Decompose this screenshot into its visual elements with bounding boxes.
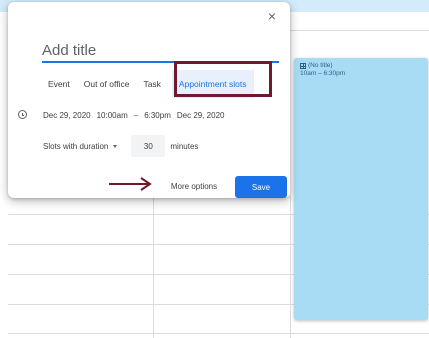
slots-mode-select[interactable]: Slots with duration bbox=[43, 141, 118, 151]
event-title-row: (No title) bbox=[300, 62, 422, 70]
start-time[interactable]: 10:00am bbox=[97, 111, 128, 120]
chevron-down-icon bbox=[113, 144, 118, 148]
grid-column-line bbox=[153, 196, 154, 338]
clock-icon bbox=[18, 110, 27, 119]
end-date[interactable]: Dec 29, 2020 bbox=[177, 111, 225, 120]
more-options-button[interactable]: More options bbox=[160, 178, 228, 196]
title-input[interactable] bbox=[42, 39, 278, 61]
appointment-slot-event[interactable]: (No title) 10am – 6:30pm bbox=[294, 58, 428, 320]
grid-column-line bbox=[290, 196, 291, 338]
slots-row: Slots with duration minutes bbox=[43, 134, 198, 158]
datetime-row: Dec 29, 2020 10:00am – 6:30pm Dec 29, 20… bbox=[43, 108, 224, 122]
grid-row-line bbox=[8, 333, 429, 334]
calendar-header-divider bbox=[290, 30, 429, 31]
tab-out-of-office[interactable]: Out of office bbox=[77, 70, 137, 98]
title-input-underline bbox=[42, 61, 279, 63]
end-time[interactable]: 6:30pm bbox=[144, 111, 171, 120]
slots-mode-label: Slots with duration bbox=[43, 141, 109, 151]
event-title: (No title) bbox=[308, 62, 333, 69]
start-date[interactable]: Dec 29, 2020 bbox=[43, 111, 91, 120]
time-separator: – bbox=[133, 110, 139, 120]
quick-create-dialog: × Event Out of office Task Appointment s… bbox=[8, 2, 290, 198]
save-button[interactable]: Save bbox=[235, 176, 287, 198]
event-time-range: 10am – 6:30pm bbox=[300, 70, 346, 77]
duration-input[interactable] bbox=[131, 135, 166, 157]
tab-task[interactable]: Task bbox=[136, 70, 167, 98]
grid-icon bbox=[300, 63, 306, 69]
event-type-tabs: Event Out of office Task Appointment slo… bbox=[42, 70, 254, 98]
duration-unit-label: minutes bbox=[170, 141, 199, 151]
close-icon[interactable]: × bbox=[264, 8, 280, 24]
tab-event[interactable]: Event bbox=[42, 70, 77, 98]
tab-appointment-slots[interactable]: Appointment slots bbox=[171, 70, 254, 98]
